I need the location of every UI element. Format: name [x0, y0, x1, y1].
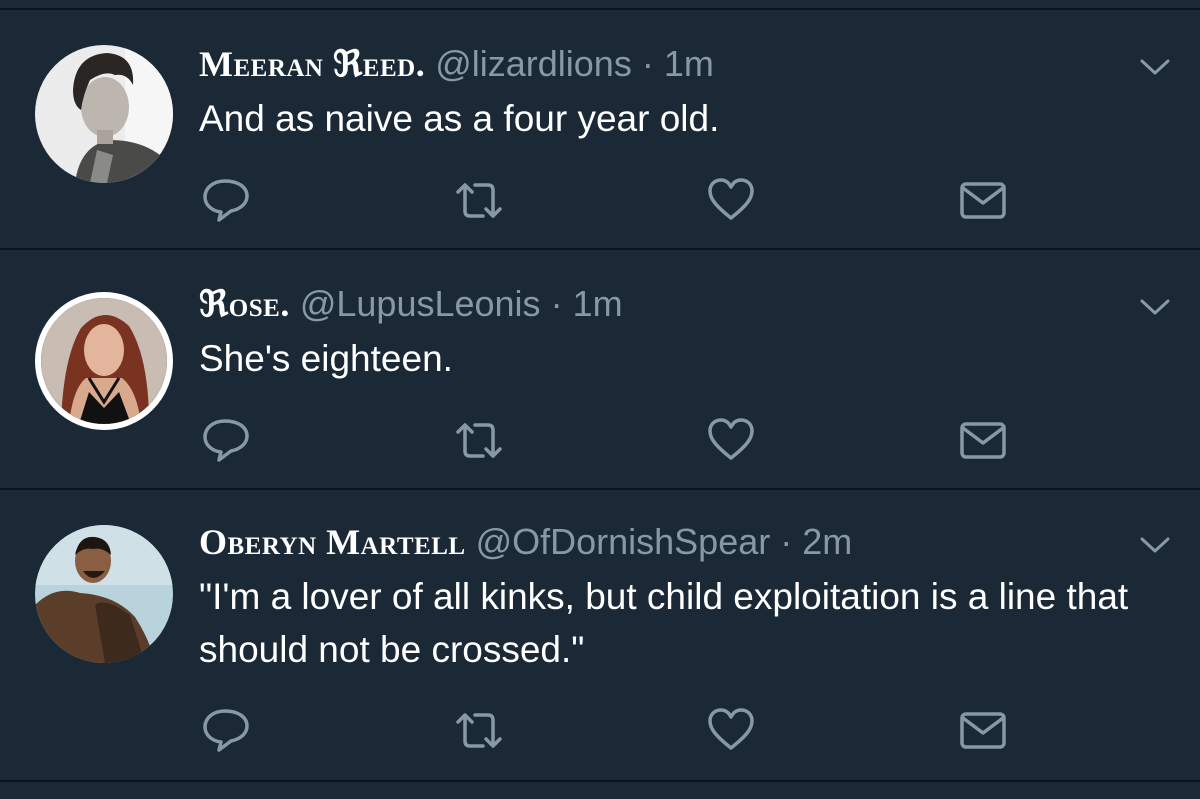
- envelope-icon[interactable]: [958, 708, 1008, 754]
- divider: [0, 0, 1200, 10]
- avatar[interactable]: [35, 525, 173, 663]
- avatar[interactable]: [35, 292, 173, 430]
- display-name[interactable]: Oberyn Martell: [199, 522, 466, 562]
- display-name[interactable]: ℜose.: [199, 284, 290, 324]
- handle[interactable]: @OfDornishSpear: [476, 521, 771, 562]
- tweet[interactable]: ℜose. @LupusLeonis · 1m She's eighteen.: [0, 250, 1200, 490]
- display-name[interactable]: Meeran ℜeed.: [199, 44, 425, 84]
- timestamp[interactable]: 1m: [664, 43, 714, 84]
- timeline: Meeran ℜeed. @lizardlions · 1m And as na…: [0, 0, 1200, 799]
- heart-icon[interactable]: [706, 706, 756, 752]
- retweet-icon[interactable]: [454, 178, 504, 224]
- tweet-header: ℜose. @LupusLeonis · 1m: [199, 283, 623, 325]
- chevron-down-icon[interactable]: [1138, 55, 1172, 79]
- separator: ·: [780, 521, 793, 562]
- tweet[interactable]: Oberyn Martell @OfDornishSpear · 2m "I'm…: [0, 490, 1200, 782]
- retweet-icon[interactable]: [454, 418, 504, 464]
- timestamp[interactable]: 2m: [802, 521, 852, 562]
- tweet-header: Meeran ℜeed. @lizardlions · 1m: [199, 43, 714, 85]
- chevron-down-icon[interactable]: [1138, 533, 1172, 557]
- reply-icon[interactable]: [201, 176, 251, 222]
- heart-icon[interactable]: [706, 416, 756, 462]
- heart-icon[interactable]: [706, 176, 756, 222]
- envelope-icon[interactable]: [958, 418, 1008, 464]
- tweet-header: Oberyn Martell @OfDornishSpear · 2m: [199, 521, 852, 563]
- tweet-text: She's eighteen.: [199, 338, 453, 379]
- handle[interactable]: @lizardlions: [435, 43, 632, 84]
- reply-icon[interactable]: [201, 706, 251, 752]
- avatar[interactable]: [35, 45, 173, 183]
- separator: ·: [550, 283, 563, 324]
- reply-icon[interactable]: [201, 416, 251, 462]
- tweet-text: And as naive as a four year old.: [199, 98, 720, 139]
- retweet-icon[interactable]: [454, 708, 504, 754]
- separator: ·: [641, 43, 654, 84]
- handle[interactable]: @LupusLeonis: [300, 283, 541, 324]
- tweet[interactable]: Meeran ℜeed. @lizardlions · 1m And as na…: [0, 10, 1200, 250]
- envelope-icon[interactable]: [958, 178, 1008, 224]
- chevron-down-icon[interactable]: [1138, 295, 1172, 319]
- timestamp[interactable]: 1m: [573, 283, 623, 324]
- tweet-text: "I'm a lover of all kinks, but child exp…: [199, 576, 1129, 670]
